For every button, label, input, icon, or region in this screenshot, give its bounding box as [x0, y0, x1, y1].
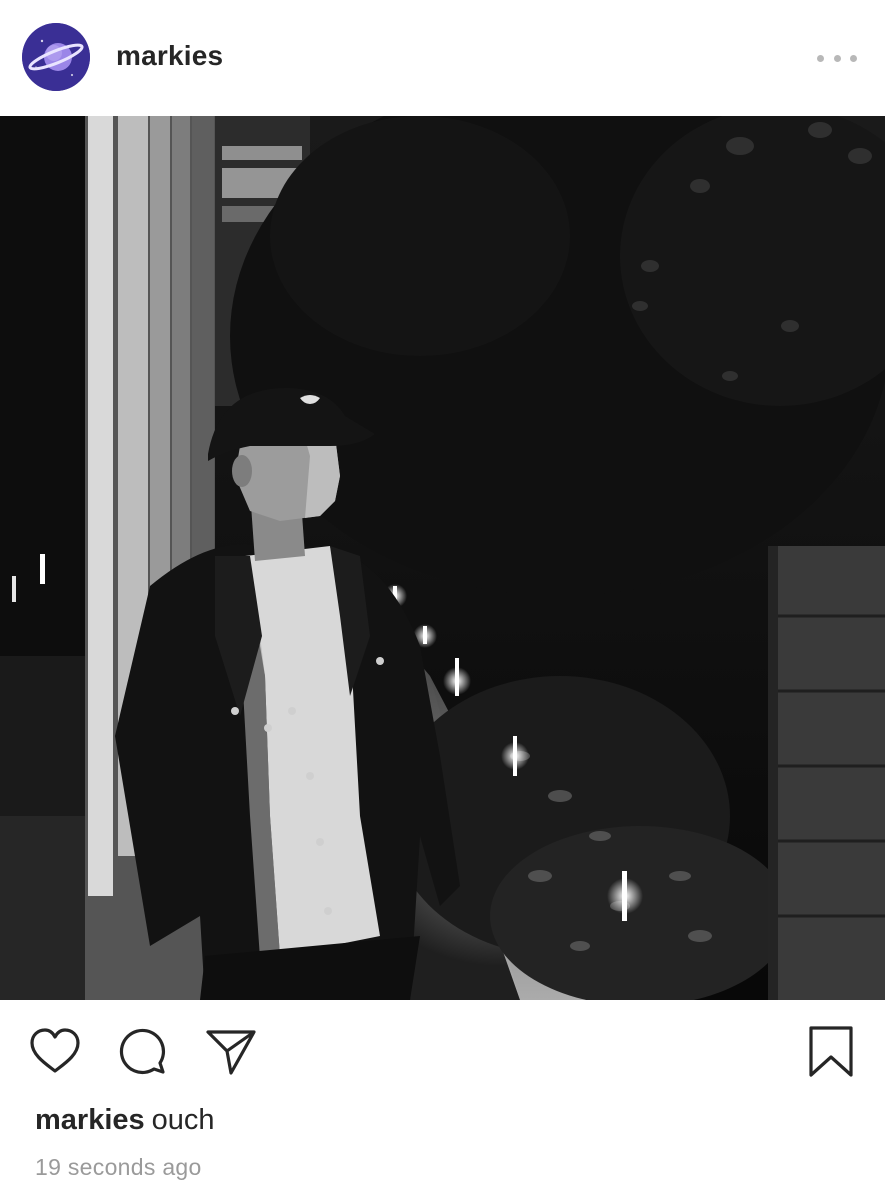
bookmark-icon — [809, 1026, 853, 1077]
caption-username[interactable]: markies — [35, 1104, 145, 1136]
comment-icon — [119, 1028, 166, 1075]
save-button[interactable] — [805, 1025, 859, 1079]
comment-button[interactable] — [116, 1025, 170, 1079]
more-options-dot — [850, 54, 857, 62]
caption: markies ouch — [35, 1104, 215, 1137]
paper-plane-icon — [206, 1030, 256, 1075]
share-button[interactable] — [204, 1025, 258, 1079]
avatar[interactable] — [22, 23, 90, 91]
photo-image — [0, 116, 885, 1000]
planet-icon — [22, 23, 90, 91]
post-timestamp: 19 seconds ago — [35, 1154, 202, 1180]
post-header: markies — [0, 0, 885, 116]
post-photo[interactable] — [0, 116, 885, 1000]
post-username[interactable]: markies — [116, 40, 223, 72]
more-options-dot — [833, 54, 841, 62]
heart-icon — [30, 1028, 80, 1073]
like-button[interactable] — [28, 1025, 82, 1079]
more-options-button[interactable] — [817, 44, 857, 72]
action-bar — [0, 1000, 885, 1100]
more-options-icon — [817, 54, 824, 62]
caption-text: ouch — [151, 1104, 215, 1136]
